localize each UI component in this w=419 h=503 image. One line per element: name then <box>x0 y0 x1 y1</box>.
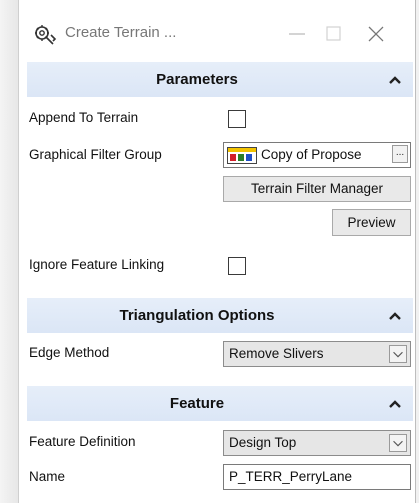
collapse-caret-icon[interactable] <box>387 73 403 87</box>
append-to-terrain-checkbox[interactable] <box>228 110 246 128</box>
triangulation-header[interactable]: Triangulation Options <box>27 298 413 333</box>
close-button[interactable] <box>356 18 396 50</box>
append-to-terrain-label: Append To Terrain <box>29 110 139 125</box>
triangulation-panel: Triangulation Options Edge Method Remove… <box>27 298 413 372</box>
feature-body: Feature Definition Design Top Name P_TER… <box>27 421 413 503</box>
feature-header-label: Feature <box>169 395 225 412</box>
feature-panel: Feature Feature Definition Design Top Na… <box>27 386 413 503</box>
name-value: P_TERR_PerryLane <box>229 469 353 484</box>
window-title: Create Terrain ... <box>65 24 177 41</box>
title-bar[interactable]: Create Terrain ... <box>19 0 415 66</box>
feature-definition-label: Feature Definition <box>29 434 136 449</box>
chevron-down-icon <box>389 434 407 452</box>
graphical-filter-group-field[interactable]: Copy of Propose ... <box>223 142 411 168</box>
triangulation-body: Edge Method Remove Slivers <box>27 333 413 372</box>
parameters-header[interactable]: Parameters <box>27 62 413 97</box>
maximize-button[interactable] <box>313 18 353 50</box>
background-edge <box>0 0 18 503</box>
graphical-filter-group-label: Graphical Filter Group <box>29 147 162 162</box>
collapse-caret-icon[interactable] <box>387 397 403 411</box>
feature-header[interactable]: Feature <box>27 386 413 421</box>
gear-wrench-icon <box>35 25 57 45</box>
parameters-header-label: Parameters <box>156 71 238 88</box>
name-label: Name <box>29 469 66 484</box>
ignore-feature-linking-checkbox[interactable] <box>228 257 246 275</box>
filter-group-icon <box>227 147 257 164</box>
terrain-filter-manager-button[interactable]: Terrain Filter Manager <box>223 176 411 202</box>
feature-definition-dropdown[interactable]: Design Top <box>223 430 411 456</box>
edge-method-value: Remove Slivers <box>229 346 324 361</box>
minimize-button[interactable] <box>277 18 317 50</box>
chevron-down-icon <box>389 345 407 363</box>
collapse-caret-icon[interactable] <box>387 309 403 323</box>
feature-definition-value: Design Top <box>229 435 297 450</box>
edge-method-label: Edge Method <box>29 345 110 360</box>
edge-method-dropdown[interactable]: Remove Slivers <box>223 341 411 367</box>
graphical-filter-group-value: Copy of Propose <box>261 147 362 162</box>
ignore-feature-linking-label: Ignore Feature Linking <box>29 257 165 272</box>
browse-button[interactable]: ... <box>392 145 408 163</box>
parameters-panel: Parameters Append To Terrain Graphical F… <box>27 62 413 298</box>
parameters-body: Append To Terrain Graphical Filter Group… <box>27 97 413 298</box>
create-terrain-dialog: Create Terrain ... Parameters Append To … <box>18 0 416 503</box>
preview-button[interactable]: Preview <box>332 209 411 236</box>
triangulation-header-label: Triangulation Options <box>119 307 275 324</box>
name-input[interactable]: P_TERR_PerryLane <box>223 464 411 490</box>
